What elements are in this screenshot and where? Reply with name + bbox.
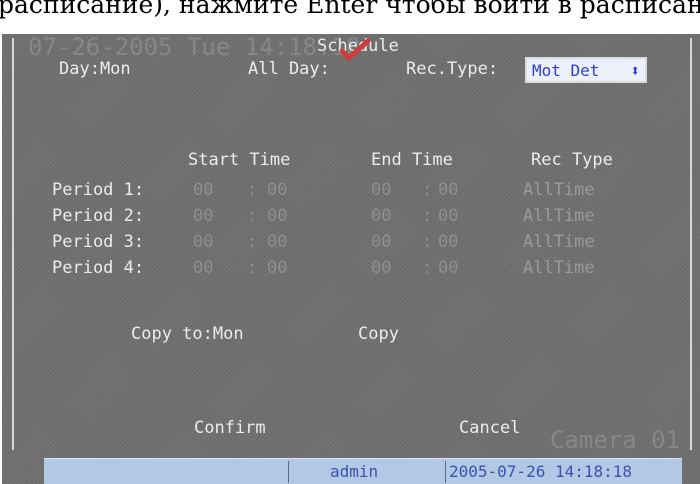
status-bar-divider xyxy=(445,461,446,483)
all-day-label: All Day: xyxy=(248,59,330,79)
document-caption: расписание), нажмите Enter чтобы войти в… xyxy=(0,0,700,34)
period-3-end-colon: : xyxy=(422,232,433,252)
cancel-button[interactable]: Cancel xyxy=(459,418,520,438)
period-2-start-minute[interactable]: 00 xyxy=(267,206,287,226)
osd-camera-watermark: Camera 01 xyxy=(550,426,681,454)
period-2-end-hour[interactable]: 00 xyxy=(371,206,391,226)
period-1-end-minute[interactable]: 00 xyxy=(438,180,458,200)
period-2-rec-type[interactable]: AllTime xyxy=(523,206,595,226)
period-3-end-hour[interactable]: 00 xyxy=(371,232,391,252)
osd-datetime-watermark: 07-26-2005 Tue 14:18:18 xyxy=(28,34,361,61)
status-bar-user: admin xyxy=(330,462,379,481)
period-2-label: Period 2: xyxy=(52,206,145,226)
period-2-end-minute[interactable]: 00 xyxy=(438,206,458,226)
column-header-rec-type: Rec Type xyxy=(531,150,613,170)
period-4-start-minute[interactable]: 00 xyxy=(267,258,287,278)
copy-to-selector[interactable]: Copy to:Mon xyxy=(131,324,244,344)
period-2-start-hour[interactable]: 00 xyxy=(193,206,213,226)
caption-text: расписание), нажмите Enter чтобы войти в… xyxy=(0,0,700,19)
period-4-end-minute[interactable]: 00 xyxy=(438,258,458,278)
period-4-start-colon: : xyxy=(247,258,258,278)
period-1-end-hour[interactable]: 00 xyxy=(371,180,391,200)
period-1-rec-type[interactable]: AllTime xyxy=(523,180,595,200)
rec-type-select-value: Mot Det xyxy=(532,61,600,80)
status-bar: admin 2005-07-26 14:18:18 xyxy=(44,458,682,484)
period-1-start-hour[interactable]: 00 xyxy=(193,180,213,200)
copy-button[interactable]: Copy xyxy=(358,324,399,344)
period-1-label: Period 1: xyxy=(52,180,145,200)
column-header-end-time: End Time xyxy=(371,150,453,170)
all-day-checkmark-icon[interactable] xyxy=(340,38,370,62)
period-3-rec-type[interactable]: AllTime xyxy=(523,232,595,252)
period-4-rec-type[interactable]: AllTime xyxy=(523,258,595,278)
rec-type-select[interactable]: Mot Det ⬍ xyxy=(525,57,647,83)
period-3-start-colon: : xyxy=(247,232,258,252)
period-1-start-colon: : xyxy=(247,180,258,200)
period-4-end-colon: : xyxy=(422,258,433,278)
column-header-start-time: Start Time xyxy=(188,150,291,170)
period-1-start-minute[interactable]: 00 xyxy=(267,180,287,200)
period-4-label: Period 4: xyxy=(52,258,145,278)
period-2-end-colon: : xyxy=(422,206,433,226)
dvr-screen: 07-26-2005 Tue 14:18:18 Camera 01 Schedu… xyxy=(2,34,700,484)
status-bar-datetime: 2005-07-26 14:18:18 xyxy=(449,462,633,481)
status-bar-divider xyxy=(288,461,289,483)
period-3-label: Period 3: xyxy=(52,232,145,252)
period-3-start-minute[interactable]: 00 xyxy=(267,232,287,252)
period-3-start-hour[interactable]: 00 xyxy=(193,232,213,252)
day-selector[interactable]: Day:Mon xyxy=(59,59,131,79)
period-1-end-colon: : xyxy=(422,180,433,200)
period-3-end-minute[interactable]: 00 xyxy=(438,232,458,252)
up-down-arrows-icon: ⬍ xyxy=(630,61,640,80)
rec-type-label: Rec.Type: xyxy=(406,59,499,79)
period-2-start-colon: : xyxy=(247,206,258,226)
period-4-start-hour[interactable]: 00 xyxy=(193,258,213,278)
confirm-button[interactable]: Confirm xyxy=(194,418,266,438)
period-4-end-hour[interactable]: 00 xyxy=(371,258,391,278)
